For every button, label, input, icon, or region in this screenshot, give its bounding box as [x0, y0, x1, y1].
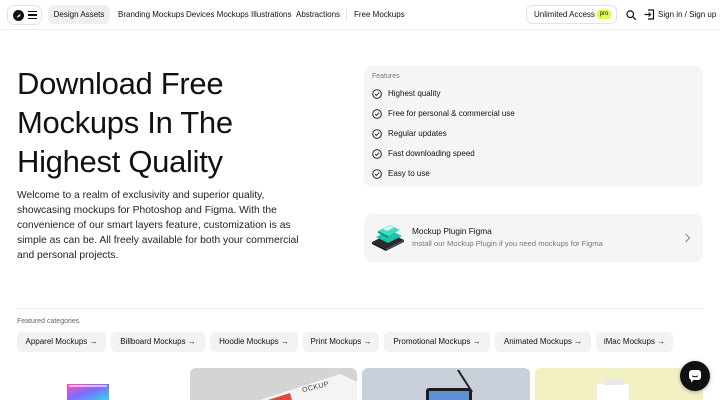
check-circle-icon — [372, 109, 382, 119]
page-title-line: Download Free — [17, 66, 224, 101]
logo-icon[interactable] — [13, 10, 24, 21]
search-icon[interactable] — [626, 10, 636, 20]
nav-design-assets[interactable]: Design Assets — [48, 5, 110, 24]
nav-abstractions[interactable]: Abstractions — [296, 5, 340, 24]
featured-categories-label: Featured categories — [17, 318, 80, 325]
plugin-subtitle: Install our Mockup Plugin if you need mo… — [412, 239, 603, 248]
plugin-illustration-icon — [372, 225, 404, 251]
check-circle-icon — [372, 89, 382, 99]
chat-button[interactable] — [680, 361, 710, 391]
logo-menu-group[interactable] — [7, 5, 42, 25]
mockup-thumbnail[interactable] — [17, 368, 185, 400]
chat-icon — [689, 370, 701, 383]
hero-description: Welcome to a realm of exclusivity and su… — [17, 190, 299, 261]
check-circle-icon — [372, 149, 382, 159]
card-mockup-image — [260, 374, 357, 400]
category-chip-hoodie[interactable]: Hoodie Mockups → — [210, 332, 298, 352]
check-circle-icon — [372, 169, 382, 179]
category-chip-promotional[interactable]: Promotional Mockups → — [384, 332, 490, 352]
nav-devices-mockups[interactable]: Devices Mockups — [186, 5, 249, 24]
sign-in-icon[interactable] — [644, 9, 655, 20]
nav-branding-mockups[interactable]: Branding Mockups — [118, 5, 184, 24]
unlimited-access-label: Unlimited Access — [534, 10, 595, 19]
page-title-line: Highest Quality — [17, 144, 223, 179]
feature-text: Highest quality — [388, 89, 441, 98]
mockup-thumbnail[interactable] — [535, 368, 703, 400]
features-label: Features — [372, 73, 400, 80]
section-divider — [17, 308, 703, 309]
mockup-thumbnail[interactable]: OCKUP — [190, 368, 357, 400]
category-chip-animated[interactable]: Animated Mockups → — [495, 332, 591, 352]
box-mockup-image — [597, 380, 629, 400]
sign-in-link[interactable]: Sign in / Sign up — [658, 5, 716, 24]
feature-text: Easy to use — [388, 169, 430, 178]
feature-text: Free for personal & commercial use — [388, 109, 515, 118]
category-chip-imac[interactable]: iMac Mockups → — [596, 332, 673, 352]
category-chip-billboard[interactable]: Billboard Mockups → — [111, 332, 205, 352]
unlimited-access-button[interactable]: Unlimited Access pro — [526, 5, 617, 24]
figma-plugin-card[interactable]: Mockup Plugin Figma Install our Mockup P… — [364, 214, 703, 262]
nav-free-mockups[interactable]: Free Mockups — [354, 5, 405, 24]
feature-text: Fast downloading speed — [388, 149, 475, 158]
nav-divider — [346, 8, 347, 21]
nav-illustrations[interactable]: Illustrations — [251, 5, 291, 24]
pro-badge: pro — [597, 10, 611, 19]
category-chip-apparel[interactable]: Apparel Mockups → — [17, 332, 106, 352]
pouch-mockup-image — [67, 384, 109, 400]
tablet-mockup-image — [426, 369, 473, 400]
page-title-line: Mockups In The — [17, 105, 233, 140]
plugin-title: Mockup Plugin Figma — [412, 226, 492, 236]
feature-text: Regular updates — [388, 129, 447, 138]
top-navbar: Design Assets Branding Mockups Devices M… — [0, 0, 720, 30]
page-title: Download Free Mockups In The Highest Qua… — [17, 64, 337, 181]
category-chip-print[interactable]: Print Mockups → — [303, 332, 379, 352]
chevron-right-icon — [685, 233, 691, 243]
check-circle-icon — [372, 129, 382, 139]
mockup-thumbnail[interactable] — [362, 368, 530, 400]
menu-icon[interactable] — [28, 11, 37, 19]
features-card: Features Highest quality Free for person… — [364, 66, 703, 187]
